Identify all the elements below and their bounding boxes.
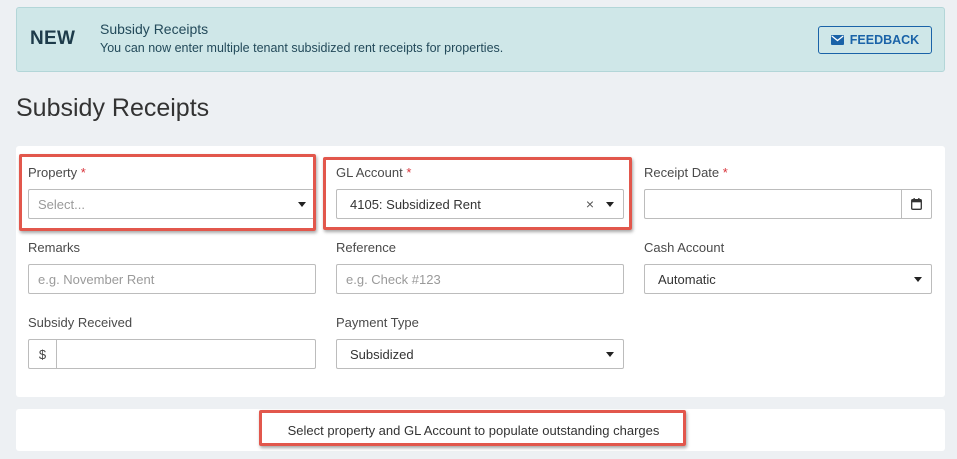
gl-account-label-text: GL Account — [336, 165, 403, 180]
chevron-down-icon — [914, 277, 922, 282]
chevron-down-icon — [298, 202, 306, 207]
announcement-banner: NEW Subsidy Receipts You can now enter m… — [16, 7, 945, 72]
property-placeholder: Select... — [38, 196, 85, 212]
reference-placeholder: e.g. Check #123 — [346, 271, 441, 287]
gl-account-select[interactable]: 4105: Subsidized Rent × — [336, 189, 624, 219]
property-label: Property * — [28, 165, 86, 180]
required-marker: * — [722, 165, 728, 180]
property-select[interactable]: Select... — [28, 189, 316, 219]
subsidy-received-label: Subsidy Received — [28, 315, 133, 330]
calendar-icon — [911, 198, 922, 210]
remarks-input[interactable]: e.g. November Rent — [28, 264, 316, 294]
payment-type-label: Payment Type — [336, 315, 419, 330]
gl-account-value: 4105: Subsidized Rent — [350, 196, 481, 212]
remarks-label: Remarks — [28, 240, 81, 255]
currency-prefix: $ — [29, 340, 57, 368]
new-tag: NEW — [30, 28, 76, 49]
calendar-button[interactable] — [901, 190, 931, 218]
chevron-down-icon — [606, 202, 614, 207]
clear-icon[interactable]: × — [586, 196, 594, 212]
property-label-text: Property — [28, 165, 78, 180]
cash-account-select[interactable]: Automatic — [644, 264, 932, 294]
receipt-date-input[interactable] — [644, 189, 932, 219]
page-title: Subsidy Receipts — [16, 94, 210, 122]
reference-label: Reference — [336, 240, 396, 255]
required-marker: * — [80, 165, 86, 180]
gl-account-label: GL Account * — [336, 165, 411, 180]
envelope-icon — [830, 35, 844, 45]
receipt-date-label: Receipt Date * — [644, 165, 728, 180]
feedback-label: FEEDBACK — [849, 33, 920, 47]
remarks-placeholder: e.g. November Rent — [38, 271, 155, 287]
required-marker: * — [406, 165, 412, 180]
receipt-date-label-text: Receipt Date — [644, 165, 720, 180]
payment-type-select[interactable]: Subsidized — [336, 339, 624, 369]
outstanding-charges-message: Select property and GL Account to popula… — [287, 422, 660, 438]
reference-input[interactable]: e.g. Check #123 — [336, 264, 624, 294]
subsidy-received-input[interactable]: $ — [28, 339, 316, 369]
banner-title: Subsidy Receipts — [100, 21, 209, 37]
payment-type-value: Subsidized — [350, 346, 414, 362]
banner-subtitle: You can now enter multiple tenant subsid… — [100, 41, 504, 55]
feedback-button[interactable]: FEEDBACK — [818, 26, 932, 54]
cash-account-label: Cash Account — [644, 240, 725, 255]
chevron-down-icon — [606, 352, 614, 357]
cash-account-value: Automatic — [658, 271, 716, 287]
